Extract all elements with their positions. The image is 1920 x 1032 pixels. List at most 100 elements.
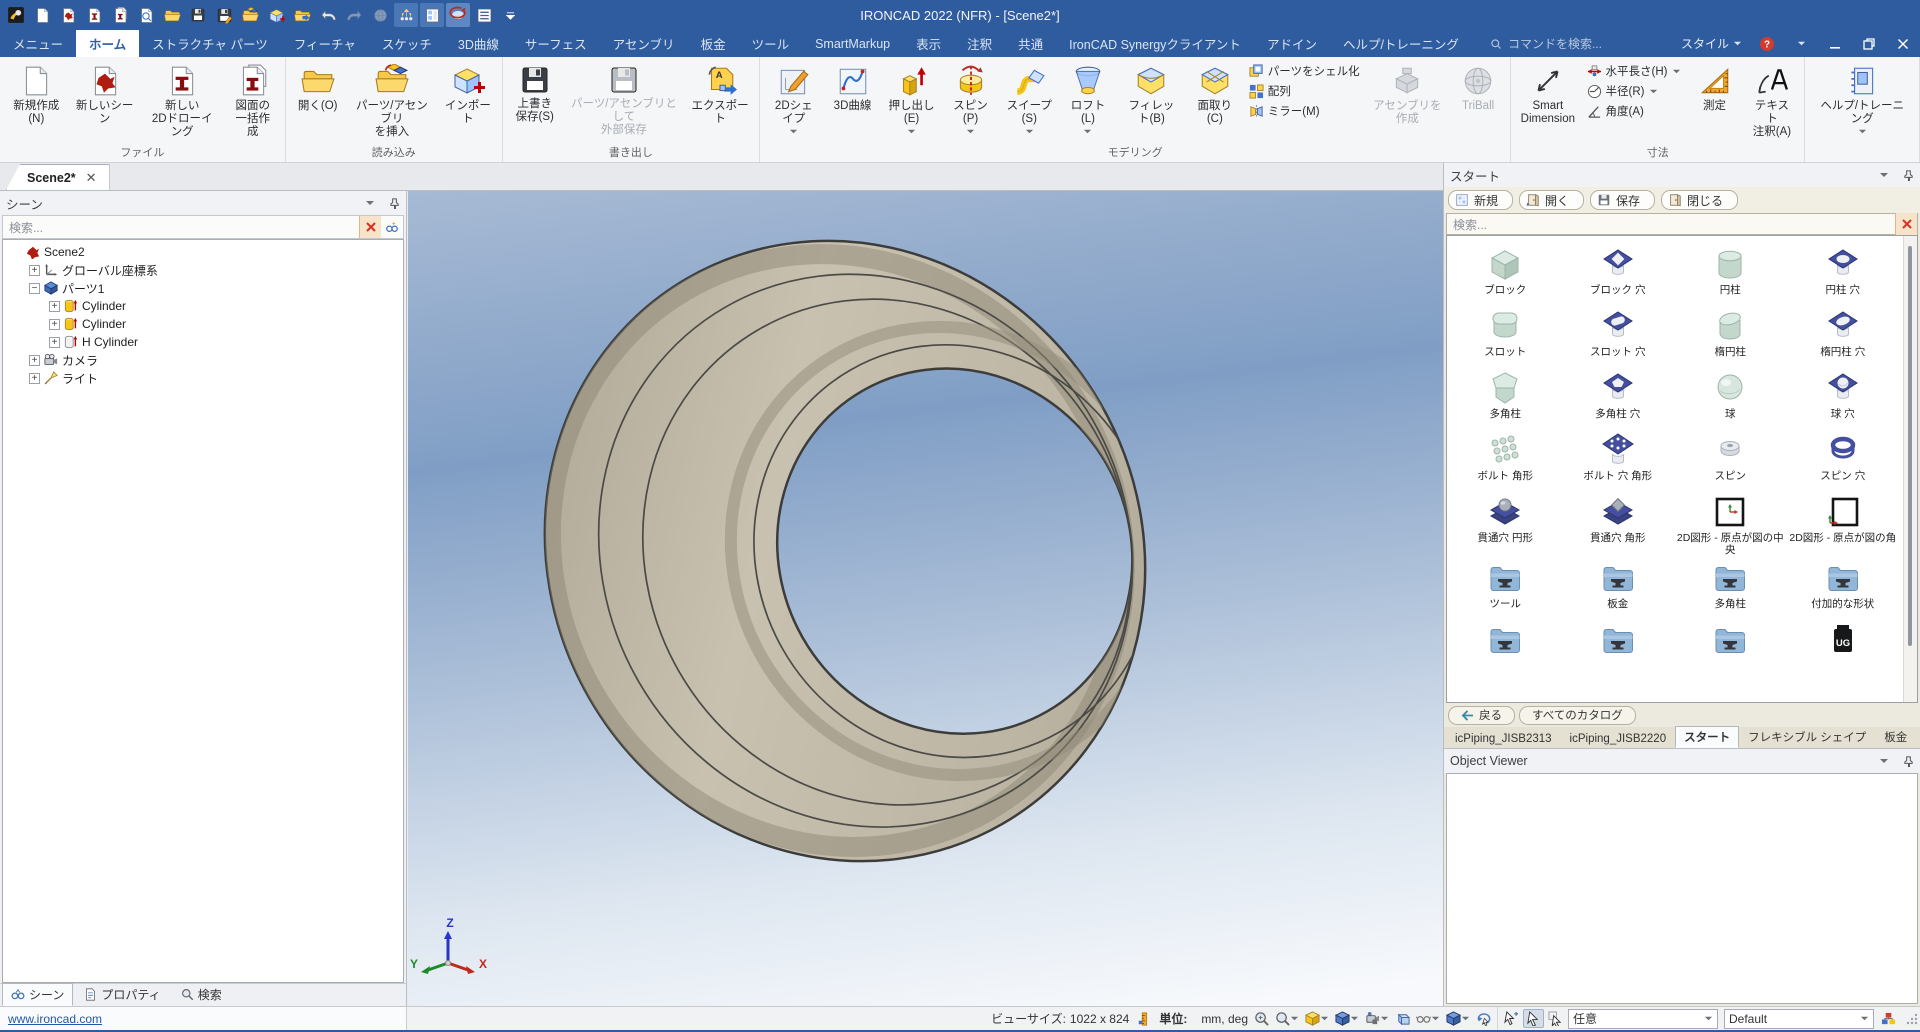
ribbon-button-ヘルプ/トレーニング[interactable]: ヘルプ/トレーニング — [1809, 60, 1915, 145]
tree-expander[interactable]: − — [29, 282, 40, 294]
catalog-tab-icPiping_JISB2220[interactable]: icPiping_JISB2220 — [1561, 730, 1676, 748]
menu-tab-14[interactable]: 共通 — [1005, 30, 1056, 57]
catalog-item-ブロック[interactable]: ブロック — [1449, 242, 1562, 304]
view-orientation-icon[interactable] — [1333, 1010, 1361, 1027]
document-preview-icon[interactable] — [134, 3, 158, 27]
help-chevron[interactable] — [1786, 31, 1816, 57]
camera-save-icon[interactable] — [1363, 1010, 1391, 1027]
save-edit-icon[interactable] — [212, 3, 236, 27]
ribbon-button-配列[interactable]: 配列 — [1246, 82, 1363, 100]
tree-item-カメラ[interactable]: + カメラ — [3, 351, 403, 369]
import-icon[interactable] — [264, 3, 288, 27]
ribbon-button-半径(R)[interactable]: 半径(R) — [1584, 82, 1684, 100]
all-catalogs-button[interactable]: すべてのカタログ — [1519, 705, 1636, 725]
ribbon-button-新しい2Dドローイング[interactable]: 新しい 2Dドローイング — [141, 60, 224, 145]
camera-tools-icon[interactable] — [1303, 1010, 1331, 1027]
menu-tab-3[interactable]: ストラクチャ パーツ — [139, 30, 281, 57]
catalog-item-row7-26[interactable] — [1674, 618, 1787, 680]
ruler-icon[interactable] — [1133, 1011, 1155, 1026]
catalog-新規-button[interactable]: 新規 — [1448, 190, 1514, 210]
catalog-tab-ツール[interactable]: ツール — [1916, 726, 1920, 748]
tree-expander[interactable]: + — [29, 354, 40, 366]
help-button[interactable]: ? — [1752, 31, 1782, 57]
new-2d-drawing-icon[interactable] — [82, 3, 106, 27]
new-scene-icon[interactable] — [56, 3, 80, 27]
insert-part-assembly-icon[interactable] — [238, 3, 262, 27]
menu-tab-5[interactable]: スケッチ — [369, 30, 445, 57]
catalog-開く-button[interactable]: 開く — [1519, 190, 1585, 210]
catalog-item-row7-24[interactable] — [1449, 618, 1562, 680]
ribbon-button-エクスポート[interactable]: A エクスポート — [685, 60, 755, 145]
panel-toggle-icon[interactable] — [420, 3, 444, 27]
ribbon-button-図面の一括作成[interactable]: 図面の 一括作成 — [225, 60, 281, 145]
select-box-icon[interactable] — [1546, 1010, 1565, 1027]
document-tab-scene2[interactable]: Scene2* ✕ — [6, 164, 110, 190]
minimize-button[interactable] — [1820, 31, 1850, 57]
tree-item-ライト[interactable]: + ライト — [3, 369, 403, 387]
catalog-item-付加的な形状[interactable]: 付加的な形状 — [1787, 556, 1900, 618]
catalog-item-板金[interactable]: 板金 — [1562, 556, 1675, 618]
back-button[interactable]: 戻る — [1448, 705, 1515, 725]
export-icon[interactable] — [290, 3, 314, 27]
panel-tab-検索[interactable]: 検索 — [172, 983, 231, 1006]
select-feature-icon[interactable] — [1502, 1010, 1521, 1027]
catalog-閉じる-button[interactable]: 閉じる — [1661, 190, 1739, 210]
menu-tab-10[interactable]: ツール — [739, 30, 803, 57]
ironcad-link[interactable]: www.ironcad.com — [0, 1007, 407, 1030]
tree-expander[interactable]: + — [49, 300, 60, 312]
pin-icon[interactable] — [389, 197, 400, 209]
catalog-item-多角柱[interactable]: 多角柱 — [1674, 556, 1787, 618]
catalog-item-row7-25[interactable] — [1562, 618, 1675, 680]
catalog-item-row7-27[interactable]: UG — [1787, 618, 1900, 680]
catalog-item-ボルト 穴 角形[interactable]: ボルト 穴 角形 — [1562, 428, 1675, 490]
tree-item-H Cylinder[interactable]: + H Cylinder — [3, 333, 403, 351]
panel-tab-シーン[interactable]: シーン — [2, 983, 74, 1006]
pin-icon[interactable] — [1903, 755, 1914, 767]
tree-expander[interactable]: + — [29, 372, 40, 384]
menu-tab-9[interactable]: 板金 — [688, 30, 739, 57]
catalog-保存-button[interactable]: 保存 — [1590, 190, 1656, 210]
tree-expander[interactable]: + — [29, 264, 40, 276]
advanced-search-icon[interactable] — [381, 216, 403, 238]
clear-search-button[interactable] — [1895, 213, 1917, 235]
chevron-down-icon[interactable] — [1879, 170, 1889, 180]
catalog-item-多角柱[interactable]: 多角柱 — [1449, 366, 1562, 428]
ribbon-button-角度(A)[interactable]: 角度(A) — [1584, 102, 1684, 120]
visual-style-icon[interactable] — [1414, 1010, 1442, 1027]
catalog-item-スロット[interactable]: スロット — [1449, 304, 1562, 366]
scene-search-box[interactable]: 検索... — [2, 215, 404, 239]
ribbon-button-面取り(C)[interactable]: 面取り(C) — [1187, 60, 1243, 145]
qat-overflow-icon[interactable] — [498, 3, 522, 27]
ribbon-button-3D曲線[interactable]: 3D曲線 — [825, 60, 881, 145]
menu-tab-16[interactable]: アドイン — [1254, 30, 1330, 57]
tree-item-Cylinder[interactable]: + Cylinder — [3, 297, 403, 315]
ribbon-button-開く(O)[interactable]: 開く(O) — [290, 60, 346, 145]
ribbon-button-テキスト注釈(A)[interactable]: テキスト 注釈(A) — [1744, 60, 1801, 145]
catalog-item-2D図形 - 原点が図の中央[interactable]: 2D図形 - 原点が図の中央 — [1674, 490, 1787, 556]
open-icon[interactable] — [160, 3, 184, 27]
save-icon[interactable] — [186, 3, 210, 27]
ribbon-button-インポート[interactable]: インポート — [438, 60, 498, 145]
ring-model[interactable]: Z X Y — [408, 191, 1443, 1006]
catalog-tab-フレキシブル シェイプ[interactable]: フレキシブル シェイプ — [1739, 726, 1875, 748]
ribbon-button-SmartDimension[interactable]: Smart Dimension — [1515, 60, 1580, 145]
undo-icon[interactable] — [316, 3, 340, 27]
configuration-combo[interactable]: Default — [1724, 1008, 1874, 1029]
config-manager-icon[interactable] — [1877, 1012, 1900, 1026]
ribbon-button-スイープ(S)[interactable]: スイープ(S) — [1000, 60, 1059, 145]
catalog-item-円柱 穴[interactable]: 円柱 穴 — [1787, 242, 1900, 304]
style-button[interactable]: スタイル — [1675, 35, 1748, 52]
pin-icon[interactable] — [1903, 169, 1914, 181]
menu-tab-15[interactable]: IronCAD Synergyクライアント — [1056, 30, 1254, 57]
ribbon-button-パーツ/アセンブリを挿入[interactable]: パーツ/アセンブリ を挿入 — [347, 60, 437, 145]
chevron-down-icon[interactable] — [1879, 756, 1889, 766]
render-sphere-icon[interactable] — [368, 3, 392, 27]
tree-item-Cylinder[interactable]: + Cylinder — [3, 315, 403, 333]
redo-icon[interactable] — [342, 3, 366, 27]
zoom-window-icon[interactable] — [1252, 1010, 1271, 1027]
menu-tab-1[interactable]: メニュー — [0, 30, 76, 57]
catalog-item-貫通穴 円形[interactable]: 貫通穴 円形 — [1449, 490, 1562, 556]
menu-tab-6[interactable]: 3D曲線 — [445, 30, 512, 57]
tree-item-グローバル座標系[interactable]: + グローバル座標系 — [3, 261, 403, 279]
menu-tab-12[interactable]: 表示 — [903, 30, 954, 57]
